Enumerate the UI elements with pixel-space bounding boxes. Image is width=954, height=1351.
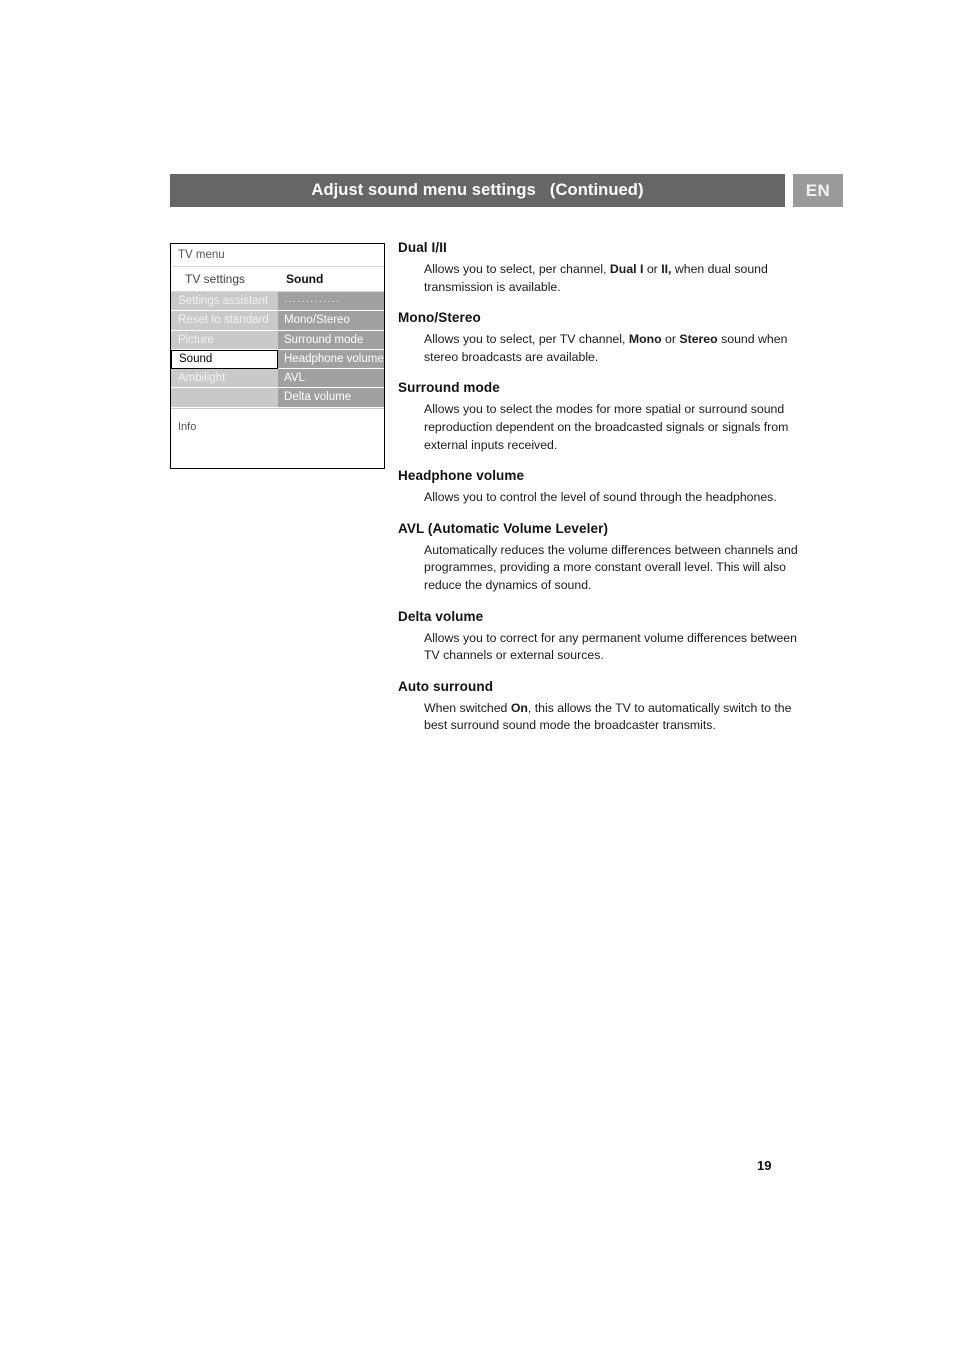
section-title: Delta volume	[398, 608, 484, 624]
description-list: Dual I/II Allows you to select, per chann…	[398, 240, 798, 735]
tv-menu-left-item[interactable]: Reset to standard	[171, 311, 278, 331]
tv-menu-left-item[interactable]: Sound	[171, 349, 278, 370]
section-title: Dual I/II	[398, 240, 447, 255]
language-badge-label: EN	[805, 180, 831, 200]
description-section: Surround mode Allows you to select the mo…	[398, 380, 798, 454]
tv-menu-info-label: Info	[178, 421, 197, 433]
page-title: Adjust sound menu settings (Continued)	[311, 181, 644, 199]
section-body: Allows you to control the level of sound…	[424, 490, 777, 505]
tv-menu-title: TV menu	[171, 244, 384, 267]
tv-menu-info-panel: Info	[171, 408, 384, 468]
tv-menu-right-item[interactable]: Delta volume	[278, 388, 384, 408]
tv-menu-right-item[interactable]: Surround mode	[278, 331, 384, 350]
section-body: Allows you to select the modes for more …	[424, 402, 789, 452]
tv-menu-right-column: ············· Mono/Stereo Surround mode Hea…	[278, 292, 384, 428]
tv-settings-label: TV settings	[185, 272, 246, 286]
section-title: AVL (Automatic Volume Leveler)	[398, 520, 609, 536]
tv-menu-left-item[interactable]: Picture	[171, 331, 278, 350]
tv-menu-left-item[interactable]: Settings assistant	[171, 292, 278, 312]
section-title: Headphone volume	[398, 468, 525, 484]
description-section: Delta volume Allows you to correct for an…	[398, 609, 798, 665]
tv-menu-right-item[interactable]: Mono/Stereo	[278, 311, 384, 331]
section-title: Auto surround	[398, 678, 494, 694]
header-title-bar: Adjust sound menu settings (Continued)	[170, 174, 785, 207]
tv-menu-submenu-row: TV settings Sound	[171, 267, 384, 292]
tv-menu-left-item[interactable]	[171, 388, 278, 408]
tv-menu-illustration: TV menu TV settings Sound Settings assis…	[170, 243, 385, 469]
section-title: Surround mode	[398, 380, 500, 396]
tv-menu-right-item[interactable]: AVL	[278, 369, 384, 389]
tv-menu-left-item[interactable]: Ambilight	[171, 369, 278, 389]
section-body: Allows you to select, per channel, Dual …	[424, 262, 768, 294]
tv-menu-columns: Settings assistant Reset to standard Pictu…	[171, 292, 384, 428]
description-section: AVL (Automatic Volume Leveler) Automatica…	[398, 521, 798, 595]
sound-heading-label: Sound	[286, 272, 324, 286]
page-number: 19	[757, 1158, 772, 1173]
tv-menu-right-item[interactable]: Headphone volume	[278, 350, 384, 370]
tv-menu-left-column: Settings assistant Reset to standard Pictu…	[171, 292, 278, 428]
page-header: Adjust sound menu settings (Continued) E…	[170, 174, 843, 207]
section-body: Allows you to correct for any permanent …	[424, 630, 797, 663]
description-section: Headphone volume Allows you to control th…	[398, 468, 798, 507]
description-section: Mono/Stereo Allows you to select, per TV …	[398, 310, 798, 366]
section-body: Allows you to select, per TV channel, Mo…	[424, 332, 788, 364]
tv-menu-right-item[interactable]: ·············	[278, 292, 384, 312]
section-body: When switched On, this allows the TV to …	[424, 700, 792, 733]
description-section: Auto surround When switched On, this allo…	[398, 679, 798, 735]
section-title: Mono/Stereo	[398, 310, 481, 326]
section-body: Automatically reduces the volume differe…	[424, 542, 798, 592]
language-badge: EN	[793, 174, 843, 207]
description-section: Dual I/II Allows you to select, per chann…	[398, 240, 798, 296]
